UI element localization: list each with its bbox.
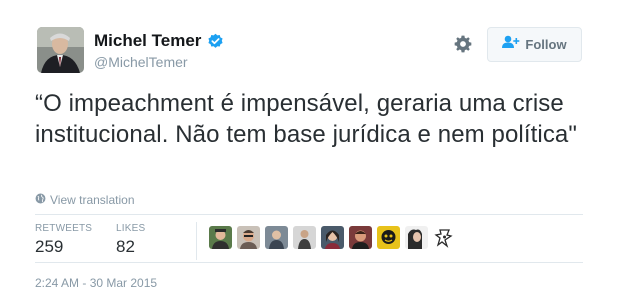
tweet-timestamp[interactable]: 2:24 AM - 30 Mar 2015	[35, 276, 157, 290]
tweet-text: “O impeachment é impensável, geraria uma…	[35, 90, 577, 148]
liker-avatar-4[interactable]	[293, 226, 316, 249]
follow-label: Follow	[525, 37, 567, 52]
liker-avatar-1[interactable]	[209, 226, 232, 249]
liker-avatar-3[interactable]	[265, 226, 288, 249]
liker-avatar-8[interactable]	[405, 226, 428, 249]
likes-stat[interactable]: LIKES 82	[116, 223, 145, 257]
follow-button[interactable]: Follow	[487, 27, 582, 62]
stats-divider	[196, 222, 197, 260]
user-avatar-7-icon	[377, 226, 400, 249]
author-avatar[interactable]	[37, 27, 84, 73]
likes-label: LIKES	[116, 223, 146, 234]
likes-count: 82	[116, 237, 135, 256]
user-avatar-5-icon	[321, 226, 344, 249]
divider-bottom	[35, 262, 583, 263]
globe-icon	[35, 191, 46, 209]
user-avatar-3-icon	[265, 226, 288, 249]
view-translation-link[interactable]: View translation	[35, 191, 135, 209]
retweets-count: 259	[35, 237, 64, 256]
retweets-label: RETWEETS	[35, 223, 93, 234]
follow-user-icon	[502, 35, 520, 54]
author-name[interactable]: Michel Temer	[94, 31, 201, 51]
view-translation-label: View translation	[50, 193, 135, 207]
liker-avatar-7[interactable]	[377, 226, 400, 249]
user-avatar-2-icon	[237, 226, 260, 249]
verified-badge-icon	[207, 33, 224, 50]
gear-icon[interactable]	[453, 34, 473, 54]
user-avatar-8-icon	[405, 226, 428, 249]
author-handle[interactable]: @MichelTemer	[94, 54, 188, 70]
liker-avatar-2[interactable]	[237, 226, 260, 249]
liker-avatar-6[interactable]	[349, 226, 372, 249]
author-name-row: Michel Temer	[94, 31, 224, 51]
user-avatar-6-icon	[349, 226, 372, 249]
author-avatar-image	[37, 27, 84, 73]
divider-top	[35, 214, 583, 215]
liker-avatars	[209, 226, 456, 249]
user-avatar-1-icon	[209, 226, 232, 249]
user-avatar-9-icon	[433, 226, 456, 249]
liker-avatar-5[interactable]	[321, 226, 344, 249]
liker-avatar-9[interactable]	[433, 226, 456, 249]
user-avatar-4-icon	[293, 226, 316, 249]
retweets-stat[interactable]: RETWEETS 259	[35, 223, 92, 257]
